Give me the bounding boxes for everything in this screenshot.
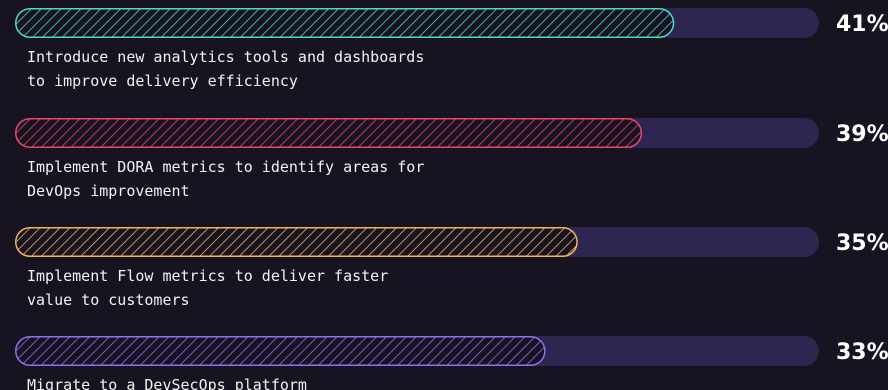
bar-category-label: Implement Flow metrics to deliver faster (27, 267, 388, 285)
bar-value-label: 41% (836, 12, 888, 37)
bar-category-label: value to customers (27, 291, 190, 309)
bar-value-label: 39% (836, 122, 888, 147)
bar (15, 8, 675, 38)
bar-category-label: Implement DORA metrics to identify areas… (27, 158, 424, 176)
bar (15, 118, 643, 148)
bar (15, 336, 546, 366)
bar (15, 227, 578, 257)
bar-value-label: 33% (836, 340, 888, 365)
bar-category-label: Migrate to a DevSecOps platform (27, 376, 307, 390)
bar-category-label: DevOps improvement (27, 182, 190, 200)
bar-category-label: Introduce new analytics tools and dashbo… (27, 48, 424, 66)
bar-value-label: 35% (836, 231, 888, 256)
bar-category-label: to improve delivery efficiency (27, 72, 298, 90)
bar-chart: 41% Introduce new analytics tools and das… (0, 0, 888, 390)
